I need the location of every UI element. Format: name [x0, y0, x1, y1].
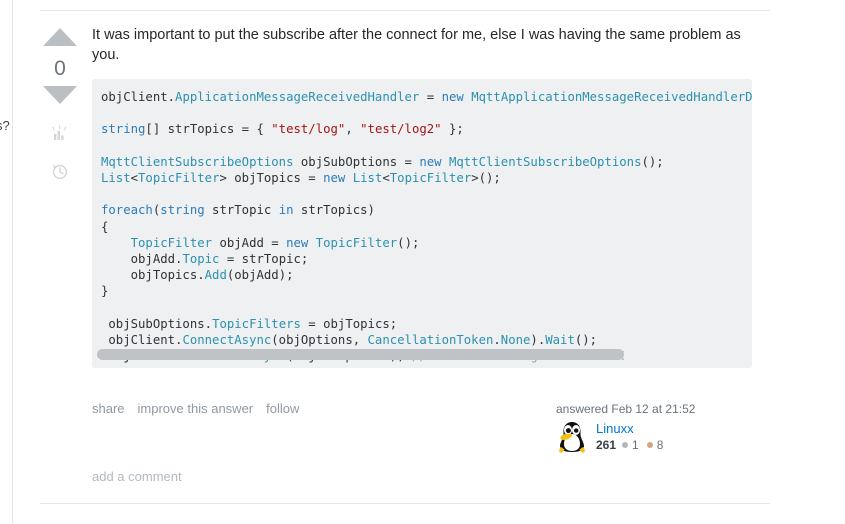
- vote-score: 0: [54, 57, 66, 80]
- username-link[interactable]: Linuxx: [596, 421, 668, 436]
- reputation-score: 261: [596, 438, 617, 452]
- follow-link[interactable]: follow: [266, 401, 299, 416]
- add-comment-link[interactable]: add a comment: [92, 469, 182, 484]
- upvote-button[interactable]: [40, 26, 80, 52]
- user-info: Linuxx 261 1 8: [596, 421, 668, 452]
- code-scrollbar-thumb[interactable]: [97, 349, 624, 360]
- bronze-badge-icon: [646, 442, 653, 448]
- bronze-badge-count: 8: [656, 438, 664, 452]
- answered-timestamp: answered Feb 12 at 21:52: [556, 402, 696, 416]
- vote-cell: 0: [40, 26, 80, 186]
- tux-penguin-avatar[interactable]: [556, 421, 588, 453]
- post-actions: share improve this answer follow: [92, 401, 299, 416]
- silver-badge-count: 1: [632, 438, 639, 452]
- answer-user-card: answered Feb 12 at 21:52 Linuxx 261 1 8: [556, 402, 766, 453]
- code-horizontal-scrollbar[interactable]: [92, 349, 752, 360]
- user-details: Linuxx 261 1 8: [556, 421, 766, 453]
- silver-badge-icon: [622, 442, 629, 448]
- bar-chart-icon[interactable]: [40, 118, 80, 148]
- code-block[interactable]: objClient.ApplicationMessageReceivedHand…: [92, 79, 752, 368]
- answer-post-container: s? 0: [0, 0, 845, 524]
- downvote-button[interactable]: [40, 84, 80, 110]
- left-column-divider: [12, 0, 13, 524]
- answer-body: It was important to put the subscribe af…: [92, 25, 757, 368]
- post-bottom-divider: [40, 503, 770, 504]
- code-content: objClient.ApplicationMessageReceivedHand…: [101, 90, 752, 363]
- answer-paragraph: It was important to put the subscribe af…: [92, 27, 741, 63]
- clock-history-icon[interactable]: [40, 156, 80, 186]
- improve-answer-link[interactable]: improve this answer: [138, 401, 254, 416]
- clipped-sidebar-text: s?: [0, 118, 10, 133]
- post-top-divider: [40, 10, 770, 11]
- share-link[interactable]: share: [92, 401, 125, 416]
- user-reputation-row: 261 1 8: [596, 438, 668, 452]
